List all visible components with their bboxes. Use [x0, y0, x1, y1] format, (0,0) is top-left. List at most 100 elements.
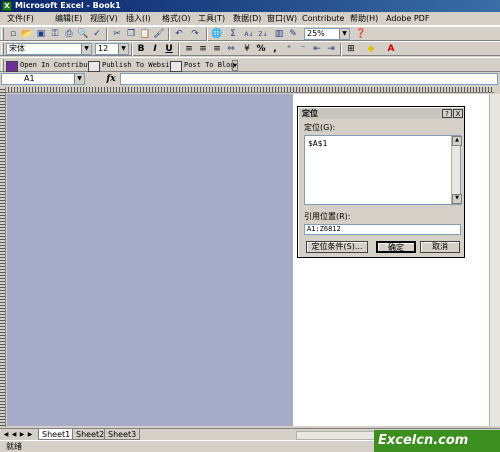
open-in-contribute-button[interactable]: Open In Contribute	[4, 59, 96, 72]
decrease-decimal-icon[interactable]: ⁻	[296, 43, 310, 56]
cut-icon[interactable]: ✂	[110, 28, 124, 41]
first-sheet-icon[interactable]: ◀	[2, 430, 10, 440]
menu-adobe-pdf[interactable]: Adobe PDF	[384, 13, 431, 25]
chevron-down-icon[interactable]: ▼	[339, 29, 349, 39]
fill-color-icon[interactable]: ◆	[364, 43, 378, 56]
list-scrollbar[interactable]: ▲ ▼	[451, 136, 462, 204]
dialog-help-button[interactable]: ?	[442, 109, 452, 118]
chevron-down-icon[interactable]: ▼	[74, 74, 84, 84]
redo-icon[interactable]: ↷	[188, 28, 202, 41]
open-icon[interactable]: 📂	[20, 28, 34, 41]
print-icon[interactable]: ⎙	[62, 28, 76, 41]
name-box-value: A1	[24, 74, 35, 83]
format-painter-icon[interactable]: 🖌	[152, 28, 166, 41]
toolbar-separator	[168, 28, 170, 41]
toolbar-options-icon[interactable]: ▼	[232, 60, 238, 71]
dialog-close-button[interactable]: X	[453, 109, 463, 118]
sheet-tab-2[interactable]: Sheet2	[72, 429, 109, 440]
goto-special-button[interactable]: 定位条件(S)...	[306, 241, 368, 253]
spelling-icon[interactable]: ✓	[90, 28, 104, 41]
post-to-blog-button[interactable]: Post To Blog	[168, 59, 235, 72]
selected-cell-range[interactable]	[7, 94, 293, 426]
currency-icon[interactable]: ¥	[240, 43, 254, 56]
scroll-down-icon[interactable]: ▼	[452, 194, 462, 204]
scroll-up-icon[interactable]: ▲	[452, 136, 462, 146]
status-text: 就绪	[6, 442, 22, 451]
align-right-icon[interactable]: ≡	[210, 43, 224, 56]
next-sheet-icon[interactable]: ▶	[18, 430, 26, 440]
menu-help[interactable]: 帮助(H)	[348, 13, 380, 25]
vertical-scrollbar[interactable]	[489, 94, 500, 426]
prev-sheet-icon[interactable]: ◀	[10, 430, 18, 440]
goto-dialog: 定位 ? X 定位(G): $A$1 ▲ ▼ 引用位置(R): A1:Z6812…	[297, 106, 465, 258]
menu-window[interactable]: 窗口(W)	[265, 13, 299, 25]
decrease-indent-icon[interactable]: ⇤	[310, 43, 324, 56]
align-center-icon[interactable]: ≡	[196, 43, 210, 56]
menu-format[interactable]: 格式(O)	[160, 13, 193, 25]
chevron-down-icon[interactable]: ▼	[118, 44, 128, 54]
name-box[interactable]: A1 ▼	[1, 73, 85, 85]
menu-tools[interactable]: 工具(T)	[196, 13, 227, 25]
standard-toolbar: ▫ 📂 ▣ ⚿ ⎙ 🔍 ✓ ✂ ❐ 📋 🖌 ↶ ↷ 🌐 Σ A↓ Z↓ ▥ ✎ …	[0, 26, 500, 41]
font-size-select[interactable]: 12 ▼	[95, 43, 129, 55]
contribute-icon	[6, 61, 18, 72]
menu-insert[interactable]: 插入(I)	[124, 13, 153, 25]
zoom-value: 25%	[307, 29, 325, 38]
ok-button[interactable]: 确定	[376, 241, 416, 253]
goto-list-item[interactable]: $A$1	[308, 139, 327, 149]
dialog-title-bar[interactable]: 定位 ? X	[299, 108, 463, 119]
print-preview-icon[interactable]: 🔍	[76, 28, 90, 41]
font-color-icon[interactable]: A	[384, 43, 398, 56]
reference-input[interactable]: A1:Z6812	[304, 224, 461, 235]
last-sheet-icon[interactable]: ▶	[26, 430, 34, 440]
permission-icon[interactable]: ⚿	[48, 28, 62, 41]
row-headers[interactable]	[0, 87, 6, 427]
italic-button[interactable]: I	[148, 43, 162, 56]
formatting-toolbar: 宋体 ▼ 12 ▼ B I U ≡ ≡ ≡ ⇔ ¥ % , ⁺ ⁻ ⇤ ⇥ ⊞ …	[0, 41, 500, 56]
menu-file[interactable]: 文件(F)	[5, 13, 36, 25]
sort-descending-icon[interactable]: Z↓	[256, 28, 270, 41]
paste-icon[interactable]: 📋	[138, 28, 152, 41]
autosum-icon[interactable]: Σ	[226, 28, 240, 41]
toolbar-grip[interactable]	[1, 43, 4, 55]
increase-indent-icon[interactable]: ⇥	[324, 43, 338, 56]
copy-icon[interactable]: ❐	[124, 28, 138, 41]
contribute-toolbar: Open In Contribute Publish To Website Po…	[0, 57, 500, 72]
toolbar-grip[interactable]	[1, 28, 4, 40]
chart-wizard-icon[interactable]: ▥	[272, 28, 286, 41]
cancel-button[interactable]: 取消	[420, 241, 460, 253]
underline-button[interactable]: U	[162, 43, 176, 56]
menu-contribute[interactable]: Contribute	[300, 13, 346, 25]
drawing-icon[interactable]: ✎	[286, 28, 300, 41]
title-bar: X Microsoft Excel - Book1	[0, 0, 500, 12]
save-icon[interactable]: ▣	[34, 28, 48, 41]
window-title: Microsoft Excel - Book1	[15, 1, 121, 10]
toolbar-separator	[178, 43, 180, 56]
new-icon[interactable]: ▫	[6, 28, 20, 41]
sheet-tab-3[interactable]: Sheet3	[104, 429, 141, 440]
undo-icon[interactable]: ↶	[172, 28, 186, 41]
chevron-down-icon[interactable]: ▼	[81, 44, 91, 54]
font-name-select[interactable]: 宋体 ▼	[6, 43, 92, 55]
hyperlink-icon[interactable]: 🌐	[210, 28, 224, 41]
formula-input[interactable]	[120, 73, 498, 85]
open-in-contribute-label: Open In Contribute	[20, 61, 96, 69]
menu-data[interactable]: 数据(D)	[231, 13, 263, 25]
menu-edit[interactable]: 编辑(E)	[53, 13, 84, 25]
publish-to-website-button[interactable]: Publish To Website	[86, 59, 178, 72]
increase-decimal-icon[interactable]: ⁺	[282, 43, 296, 56]
help-icon[interactable]: ❓	[354, 28, 368, 41]
borders-icon[interactable]: ⊞	[344, 43, 358, 56]
percent-button[interactable]: %	[254, 43, 268, 56]
merge-center-icon[interactable]: ⇔	[224, 43, 238, 56]
sort-ascending-icon[interactable]: A↓	[242, 28, 256, 41]
column-headers[interactable]	[6, 87, 494, 93]
align-left-icon[interactable]: ≡	[182, 43, 196, 56]
comma-button[interactable]: ,	[268, 43, 282, 56]
menu-view[interactable]: 视图(V)	[88, 13, 120, 25]
sheet-tab-1[interactable]: Sheet1	[38, 429, 75, 440]
bold-button[interactable]: B	[134, 43, 148, 56]
insert-function-icon[interactable]: fx	[104, 73, 118, 85]
zoom-select[interactable]: 25% ▼	[304, 28, 350, 40]
goto-list[interactable]: $A$1 ▲ ▼	[304, 135, 462, 205]
